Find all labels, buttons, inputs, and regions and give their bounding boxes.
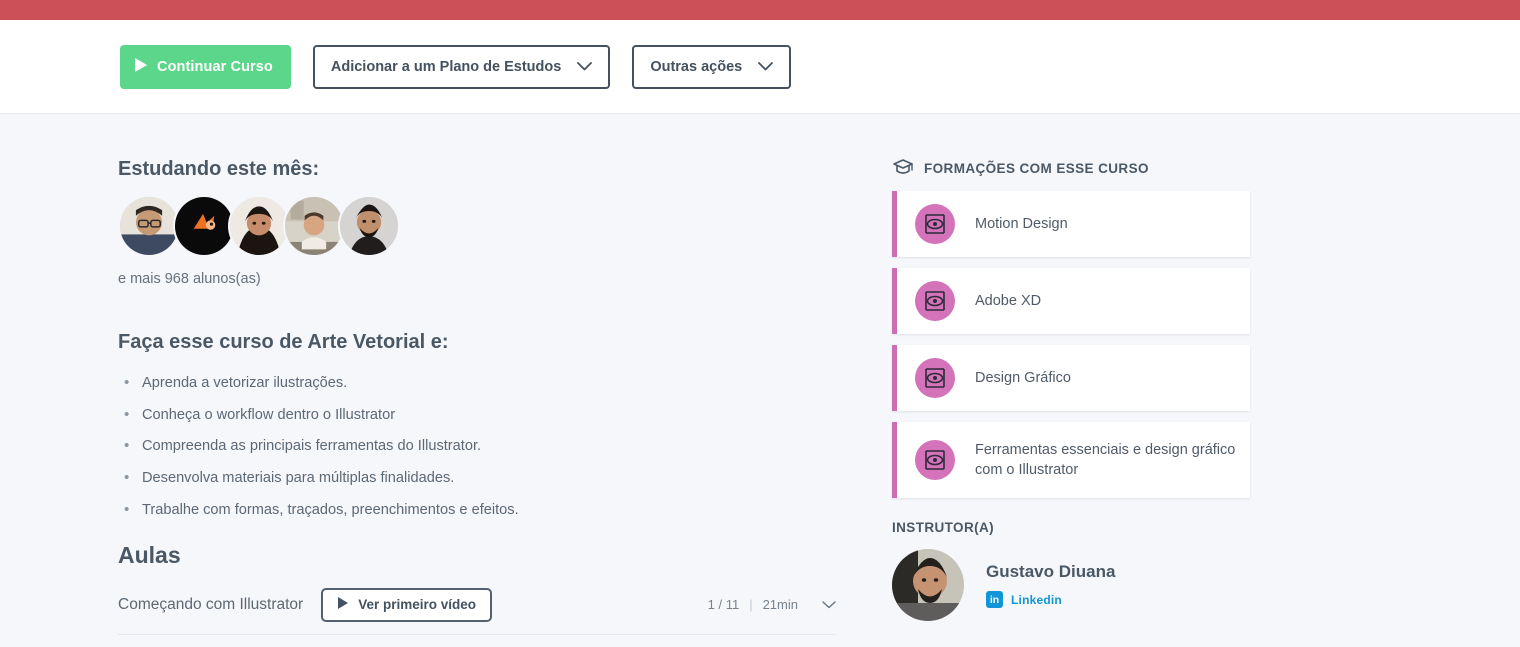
formation-label: Ferramentas essenciais e design gráfico … xyxy=(975,442,1236,478)
more-students-count: e mais 968 alunos(as) xyxy=(118,271,261,287)
formation-card[interactable]: Motion Design xyxy=(892,191,1250,257)
eye-frame-icon xyxy=(915,204,955,244)
benefits-title: Faça esse curso de Arte Vetorial e: xyxy=(118,331,449,353)
meta-divider: | xyxy=(749,597,753,613)
watch-first-video-label: Ver primeiro vídeo xyxy=(358,597,477,613)
lesson-title: Começando com Illustrator xyxy=(118,595,304,613)
left-content-column: Estudando este mês: e mais 968 alunos(as… xyxy=(0,114,850,647)
instructor-name: Gustavo Diuana xyxy=(986,561,1116,581)
instructor-info: Gustavo Diuana in Linkedin xyxy=(986,562,1115,609)
eye-frame-icon xyxy=(915,440,955,480)
eye-frame-icon xyxy=(915,281,955,321)
top-accent-bar xyxy=(0,0,1520,20)
formation-label: Motion Design xyxy=(975,216,1068,232)
benefit-item: Conheça o workflow dentro o Illustrator xyxy=(118,405,850,426)
student-avatar-1[interactable] xyxy=(118,195,180,257)
play-icon xyxy=(134,57,148,77)
course-action-toolbar: Continuar Curso Adicionar a um Plano de … xyxy=(0,20,1520,114)
linkedin-link[interactable]: in Linkedin xyxy=(986,591,1062,609)
chevron-down-icon xyxy=(577,62,593,71)
formation-label: Adobe XD xyxy=(975,293,1042,309)
student-avatar-3[interactable] xyxy=(228,195,290,257)
lesson-duration: 21min xyxy=(762,597,798,613)
add-to-study-plan-button[interactable]: Adicionar a um Plano de Estudos xyxy=(312,44,611,89)
benefit-item: Aprenda a vetorizar ilustrações. xyxy=(118,373,850,394)
student-avatar-5[interactable] xyxy=(338,195,400,257)
formation-card[interactable]: Ferramentas essenciais e design gráfico … xyxy=(892,422,1250,498)
play-icon xyxy=(337,596,349,613)
chevron-down-icon[interactable] xyxy=(822,601,836,609)
watch-first-video-button[interactable]: Ver primeiro vídeo xyxy=(321,587,493,622)
continue-course-button[interactable]: Continuar Curso xyxy=(120,44,291,89)
linkedin-icon: in xyxy=(986,591,1003,609)
lessons-section-title: Aulas xyxy=(118,542,181,569)
add-to-study-plan-label: Adicionar a um Plano de Estudos xyxy=(330,58,562,75)
linkedin-label: Linkedin xyxy=(1011,592,1062,607)
eye-frame-icon xyxy=(915,358,955,398)
formation-card[interactable]: Adobe XD xyxy=(892,268,1250,334)
student-avatar-2[interactable] xyxy=(173,195,235,257)
benefits-list: Aprenda a vetorizar ilustrações. Conheça… xyxy=(118,373,850,521)
lesson-progress: 1 / 11 xyxy=(707,597,740,613)
formation-card[interactable]: Design Gráfico xyxy=(892,345,1250,411)
graduation-cap-icon xyxy=(892,158,914,179)
formations-panel-header: FORMAÇÕES COM ESSE CURSO xyxy=(892,158,1520,179)
instructor-avatar[interactable] xyxy=(892,549,964,621)
lesson-row[interactable]: Começando com Illustrator Ver primeiro v… xyxy=(118,575,836,636)
lesson-row[interactable]: Ferramentas principais 0 / 7 | 36min xyxy=(118,635,836,647)
student-avatars-group xyxy=(118,195,850,257)
continue-course-label: Continuar Curso xyxy=(157,58,273,75)
right-sidebar-column: FORMAÇÕES COM ESSE CURSO Motion Design A… xyxy=(850,114,1520,647)
formations-header-label: FORMAÇÕES COM ESSE CURSO xyxy=(924,161,1149,176)
chevron-down-icon xyxy=(758,62,774,71)
course-detail-body: Estudando este mês: e mais 968 alunos(as… xyxy=(0,114,1520,647)
benefit-item: Compreenda as principais ferramentas do … xyxy=(118,436,850,457)
studying-this-month-title: Estudando este mês: xyxy=(118,158,320,180)
formation-label: Design Gráfico xyxy=(975,370,1071,386)
benefit-item: Desenvolva materiais para múltiplas fina… xyxy=(118,468,850,489)
benefit-item: Trabalhe com formas, traçados, preenchim… xyxy=(118,500,850,521)
other-actions-label: Outras ações xyxy=(650,58,743,75)
lesson-meta: 1 / 11 | 21min xyxy=(708,597,836,612)
student-avatar-4[interactable] xyxy=(283,195,345,257)
instructor-section-header: INSTRUTOR(A) xyxy=(892,520,995,535)
other-actions-button[interactable]: Outras ações xyxy=(632,44,792,89)
instructor-block: Gustavo Diuana in Linkedin xyxy=(892,549,1520,621)
